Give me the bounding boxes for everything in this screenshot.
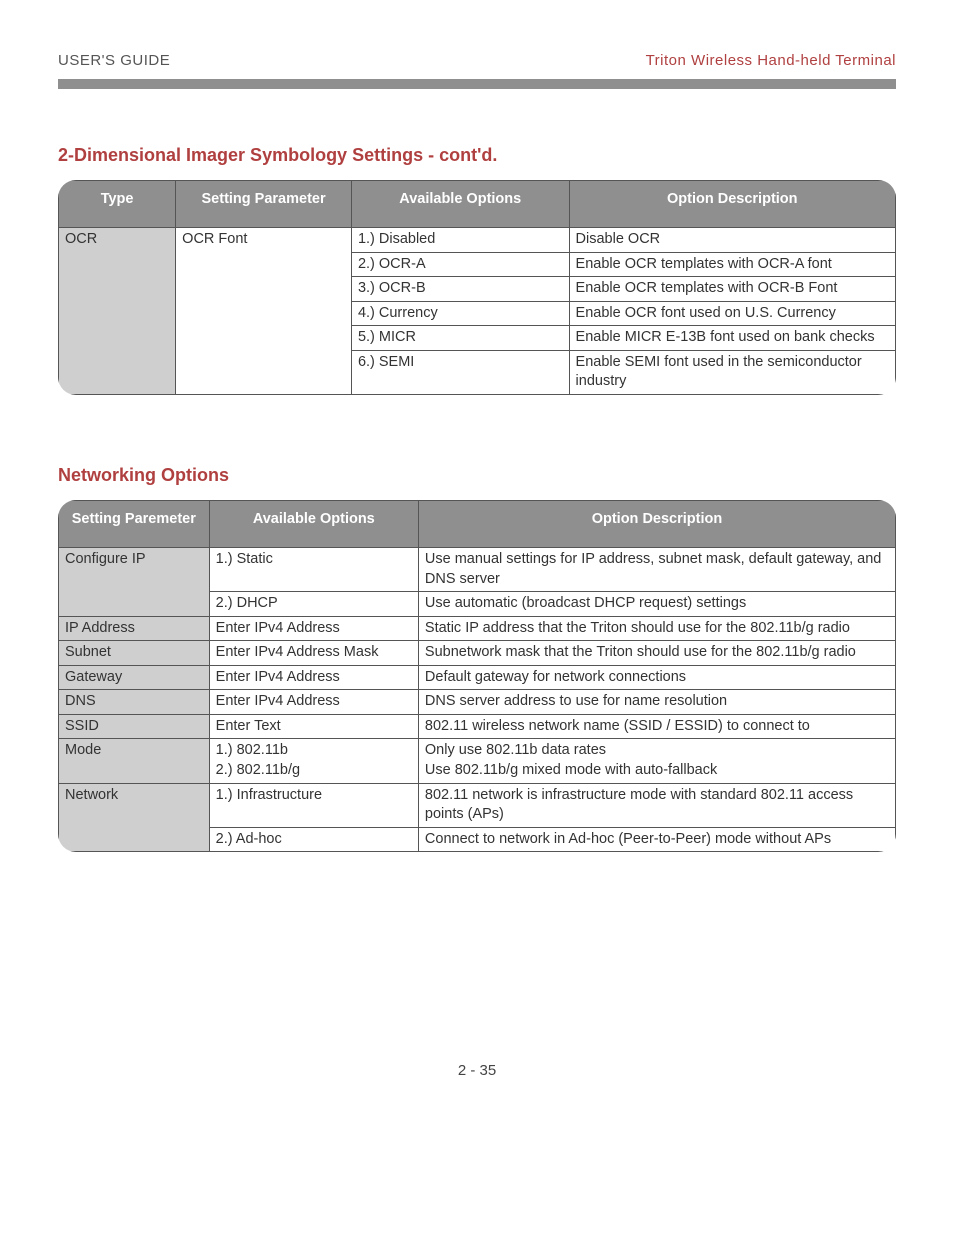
col-options: Available Options [351,181,569,228]
col-desc: Option Description [418,500,895,547]
cell-desc: 802.11 network is infrastructure mode wi… [418,783,895,827]
header-right: Triton Wireless Hand-held Terminal [646,52,896,69]
table-row: Mode 1.) 802.11b 2.) 802.11b/g Only use … [59,739,896,783]
cell-option: 6.) SEMI [351,350,569,394]
section1-title: 2-Dimensional Imager Symbology Settings … [58,145,896,166]
table-row: IP Address Enter IPv4 Address Static IP … [59,616,896,641]
cell-param: Configure IP [59,547,210,616]
col-desc: Option Description [569,181,895,228]
table-row: Gateway Enter IPv4 Address Default gatew… [59,665,896,690]
networking-table: Setting Paremeter Available Options Opti… [58,500,896,852]
col-param: Setting Paremeter [59,500,210,547]
cell-option: 5.) MICR [351,326,569,351]
table-header-row: Setting Paremeter Available Options Opti… [59,500,896,547]
table-row: Network 1.) Infrastructure 802.11 networ… [59,783,896,827]
table-header-row: Type Setting Parameter Available Options… [59,181,896,228]
table-row: SSID Enter Text 802.11 wireless network … [59,714,896,739]
cell-desc: Use manual settings for IP address, subn… [418,547,895,591]
cell-desc: DNS server address to use for name resol… [418,690,895,715]
cell-param: Gateway [59,665,210,690]
cell-param: Network [59,783,210,852]
cell-option: Enter IPv4 Address [209,665,418,690]
cell-desc: Enable OCR templates with OCR-A font [569,252,895,277]
cell-desc: Only use 802.11b data rates Use 802.11b/… [418,739,895,783]
table1-wrap: Type Setting Parameter Available Options… [58,180,896,395]
cell-param: OCR Font [176,228,352,395]
cell-option: 1.) Disabled [351,228,569,253]
cell-option: Enter IPv4 Address Mask [209,641,418,666]
col-type: Type [59,181,176,228]
symbology-table: Type Setting Parameter Available Options… [58,180,896,395]
cell-param: DNS [59,690,210,715]
col-options: Available Options [209,500,418,547]
cell-desc: Disable OCR [569,228,895,253]
cell-param: IP Address [59,616,210,641]
cell-option: 1.) 802.11b 2.) 802.11b/g [209,739,418,783]
cell-desc: Enable MICR E-13B font used on bank chec… [569,326,895,351]
table-row: Subnet Enter IPv4 Address Mask Subnetwor… [59,641,896,666]
cell-option: Enter IPv4 Address [209,690,418,715]
cell-param: SSID [59,714,210,739]
cell-desc: Connect to network in Ad-hoc (Peer-to-Pe… [418,827,895,852]
document-page: USER'S GUIDE Triton Wireless Hand-held T… [0,0,954,1119]
header-divider [58,79,896,89]
cell-option: 3.) OCR-B [351,277,569,302]
cell-desc: Use automatic (broadcast DHCP request) s… [418,592,895,617]
table-row: OCR OCR Font 1.) Disabled Disable OCR [59,228,896,253]
cell-desc: Enable OCR templates with OCR-B Font [569,277,895,302]
cell-option: 2.) DHCP [209,592,418,617]
cell-option: Enter Text [209,714,418,739]
cell-desc: Enable SEMI font used in the semiconduct… [569,350,895,394]
cell-option: 2.) OCR-A [351,252,569,277]
cell-desc: Default gateway for network connections [418,665,895,690]
cell-option: 2.) Ad-hoc [209,827,418,852]
cell-param: Mode [59,739,210,783]
cell-param: Subnet [59,641,210,666]
cell-desc: Subnetwork mask that the Triton should u… [418,641,895,666]
section2-title: Networking Options [58,465,896,486]
cell-option: 4.) Currency [351,301,569,326]
col-param: Setting Parameter [176,181,352,228]
cell-option: Enter IPv4 Address [209,616,418,641]
header-left: USER'S GUIDE [58,52,170,69]
cell-desc: Static IP address that the Triton should… [418,616,895,641]
table-row: Configure IP 1.) Static Use manual setti… [59,547,896,591]
cell-option: 1.) Infrastructure [209,783,418,827]
cell-desc: 802.11 wireless network name (SSID / ESS… [418,714,895,739]
page-number: 2 - 35 [58,1062,896,1079]
page-header: USER'S GUIDE Triton Wireless Hand-held T… [58,52,896,69]
table2-wrap: Setting Paremeter Available Options Opti… [58,500,896,852]
cell-type: OCR [59,228,176,395]
cell-desc: Enable OCR font used on U.S. Currency [569,301,895,326]
cell-option: 1.) Static [209,547,418,591]
table-row: DNS Enter IPv4 Address DNS server addres… [59,690,896,715]
